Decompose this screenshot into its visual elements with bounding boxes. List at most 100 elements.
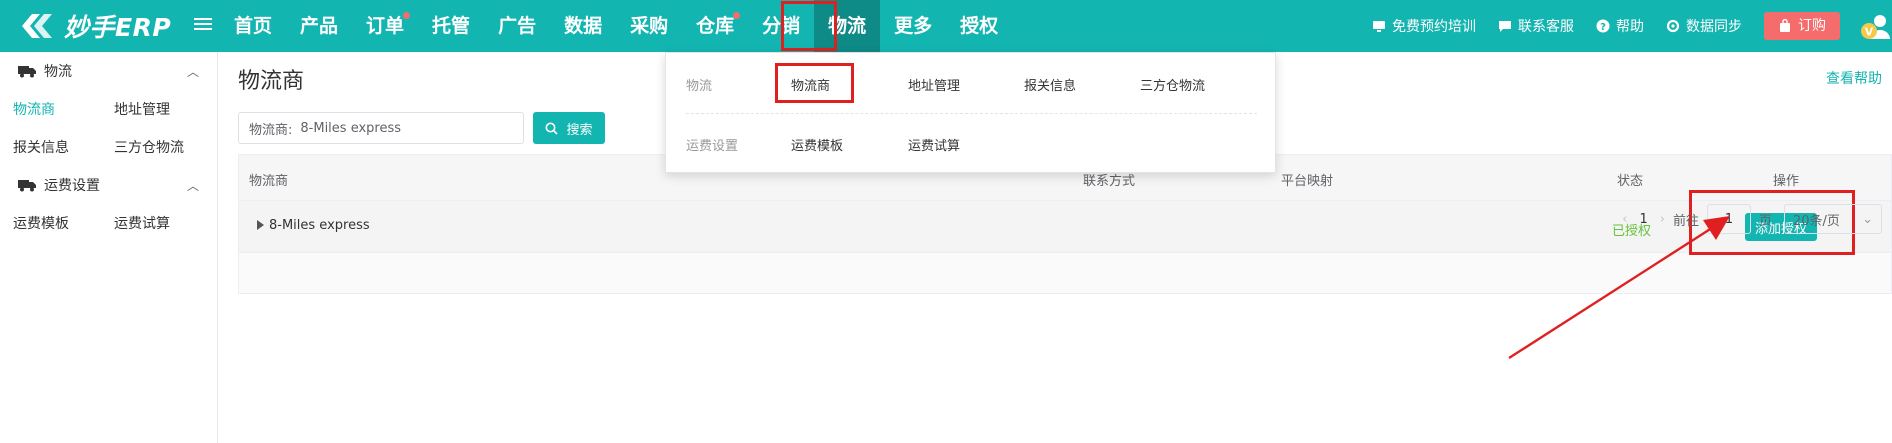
logo-text: 妙手ERP <box>64 13 172 42</box>
col-action: 操作 <box>1773 174 1800 189</box>
dropdown-group-label: 物流 <box>686 79 713 94</box>
nav-item-label: 广告 <box>498 15 537 37</box>
top-navbar: 妙手ERP 首页 产品 订单 托管 广告 数据 采购 仓库 分销 物流 更多 授权 免费预约培训 联系… <box>0 0 1892 52</box>
dropdown-item-customs[interactable]: 报关信息 <box>1024 75 1076 94</box>
sidebar-item[interactable]: 三方仓物流 <box>101 137 202 157</box>
search-button-label: 搜索 <box>566 122 593 138</box>
sidebar-item[interactable]: 运费试算 <box>101 213 202 233</box>
next-page-icon[interactable]: › <box>1660 212 1665 227</box>
col-status: 状态 <box>1617 174 1644 189</box>
nav-item[interactable]: 授权 <box>946 0 1012 52</box>
page-size-value: 20条/页 <box>1793 213 1840 229</box>
sidebar: 物流 ︿ 物流商 地址管理 报关信息 三方仓物流 运费设置 ︿ 运费模板 运费试算 <box>0 52 218 443</box>
nav-item-label: 首页 <box>234 15 273 37</box>
nav-item[interactable]: 广告 <box>484 0 550 52</box>
avatar[interactable]: V <box>1860 11 1890 41</box>
nav-item-label: 托管 <box>432 15 471 37</box>
nav-item-label: 采购 <box>630 15 669 37</box>
notification-dot <box>403 12 411 19</box>
expand-caret-icon[interactable] <box>257 220 264 230</box>
nav-item[interactable]: 采购 <box>616 0 682 52</box>
support-link[interactable]: 联系客服 <box>1498 16 1574 36</box>
search-button[interactable]: 搜索 <box>533 112 605 144</box>
carrier-name: 8-Miles express <box>269 218 370 233</box>
sidebar-group-title: 物流 <box>44 64 72 80</box>
col-platform: 平台映射 <box>1281 174 1334 189</box>
help-link-top[interactable]: ? 帮助 <box>1596 16 1644 36</box>
sidebar-item[interactable]: 地址管理 <box>101 99 202 119</box>
chevron-up-icon: ︿ <box>186 64 199 79</box>
dropdown-row-logistics: 物流 物流商 地址管理 报关信息 三方仓物流 <box>666 53 1275 113</box>
prev-page-icon[interactable]: ‹ <box>1622 212 1627 227</box>
nav-item[interactable]: 托管 <box>418 0 484 52</box>
bag-icon <box>1780 19 1790 32</box>
nav-item[interactable]: 产品 <box>286 0 352 52</box>
sync-icon <box>1666 19 1680 33</box>
goto-page-input[interactable]: 1 <box>1706 204 1751 234</box>
order-button[interactable]: 订购 <box>1764 12 1840 40</box>
order-label: 订购 <box>1798 18 1826 34</box>
sidebar-item[interactable]: 报关信息 <box>0 137 101 157</box>
training-link[interactable]: 免费预约培训 <box>1372 16 1476 36</box>
carrier-search-field[interactable]: 物流商: 8-Miles express <box>238 112 524 144</box>
nav-item-label: 分销 <box>762 15 801 37</box>
top-right-toolbar: 免费预约培训 联系客服 ? 帮助 数据同步 订购 V <box>1372 0 1892 52</box>
notification-dot <box>733 12 741 19</box>
nav-item[interactable]: 物流 <box>814 0 881 52</box>
carrier-cell[interactable]: 8-Miles express <box>257 218 370 233</box>
chevron-down-icon: ⌄ <box>1862 211 1873 227</box>
nav-item[interactable]: 首页 <box>220 0 286 52</box>
dropdown-item-carrier[interactable]: 物流商 <box>791 75 830 94</box>
col-carrier: 物流商 <box>249 174 289 189</box>
chevron-up-icon: ︿ <box>186 178 199 193</box>
sidebar-item[interactable]: 运费模板 <box>0 213 101 233</box>
chat-icon <box>1499 21 1511 32</box>
page-title: 物流商 <box>238 69 305 94</box>
user-icon: V <box>1861 15 1890 39</box>
monitor-icon <box>1373 21 1385 32</box>
truck-icon <box>18 66 36 78</box>
nav-item-label: 物流 <box>828 15 867 37</box>
goto-label: 前往 <box>1672 213 1699 229</box>
pagination: ‹ 1 › 前往 1 页 20条/页 ⌄ <box>1614 204 1882 234</box>
menu-toggle-icon[interactable] <box>194 15 212 33</box>
nav-item[interactable]: 数据 <box>550 0 616 52</box>
search-input-value[interactable]: 8-Miles express <box>300 121 401 136</box>
nav-item-label: 更多 <box>894 15 933 37</box>
svg-text:?: ? <box>1600 22 1606 33</box>
sidebar-group-title: 运费设置 <box>44 178 100 194</box>
dropdown-item-address[interactable]: 地址管理 <box>908 75 960 94</box>
vip-badge: V <box>1865 26 1874 39</box>
search-field-label: 物流商: <box>249 122 293 138</box>
current-page[interactable]: 1 <box>1639 212 1647 227</box>
nav-item[interactable]: 仓库 <box>682 0 748 52</box>
nav-item-label: 订单 <box>366 15 405 37</box>
training-label: 免费预约培训 <box>1392 19 1476 35</box>
dropdown-item-3pl[interactable]: 三方仓物流 <box>1140 75 1205 94</box>
sidebar-group-header[interactable]: 物流 ︿ <box>0 52 217 90</box>
nav-item-label: 授权 <box>960 15 999 37</box>
support-label: 联系客服 <box>1518 19 1574 35</box>
view-help-link[interactable]: 查看帮助 <box>1826 68 1882 88</box>
sidebar-row: 物流商 地址管理 <box>0 90 217 128</box>
sidebar-row: 运费模板 运费试算 <box>0 204 217 242</box>
nav-item[interactable]: 订单 <box>352 0 418 52</box>
sync-link[interactable]: 数据同步 <box>1666 16 1742 36</box>
help-label: 帮助 <box>1616 19 1644 35</box>
sync-label: 数据同步 <box>1686 19 1742 35</box>
sidebar-group-header[interactable]: 运费设置 ︿ <box>0 166 217 204</box>
dropdown-item-calc[interactable]: 运费试算 <box>908 135 960 154</box>
sidebar-row: 报关信息 三方仓物流 <box>0 128 217 166</box>
dropdown-item-template[interactable]: 运费模板 <box>791 135 843 154</box>
nav-item-label: 数据 <box>564 15 603 37</box>
nav-item-label: 产品 <box>300 15 339 37</box>
nav-item[interactable]: 分销 <box>748 0 814 52</box>
dropdown-group-label: 运费设置 <box>686 139 739 154</box>
search-icon <box>545 122 559 135</box>
dropdown-row-freight: 运费设置 运费模板 运费试算 <box>686 113 1257 173</box>
sidebar-item[interactable]: 物流商 <box>0 99 101 119</box>
page-suffix: 页 <box>1758 213 1772 229</box>
logo[interactable]: 妙手ERP <box>18 8 171 44</box>
nav-item[interactable]: 更多 <box>880 0 946 52</box>
page-size-select[interactable]: 20条/页 ⌄ <box>1784 204 1882 234</box>
